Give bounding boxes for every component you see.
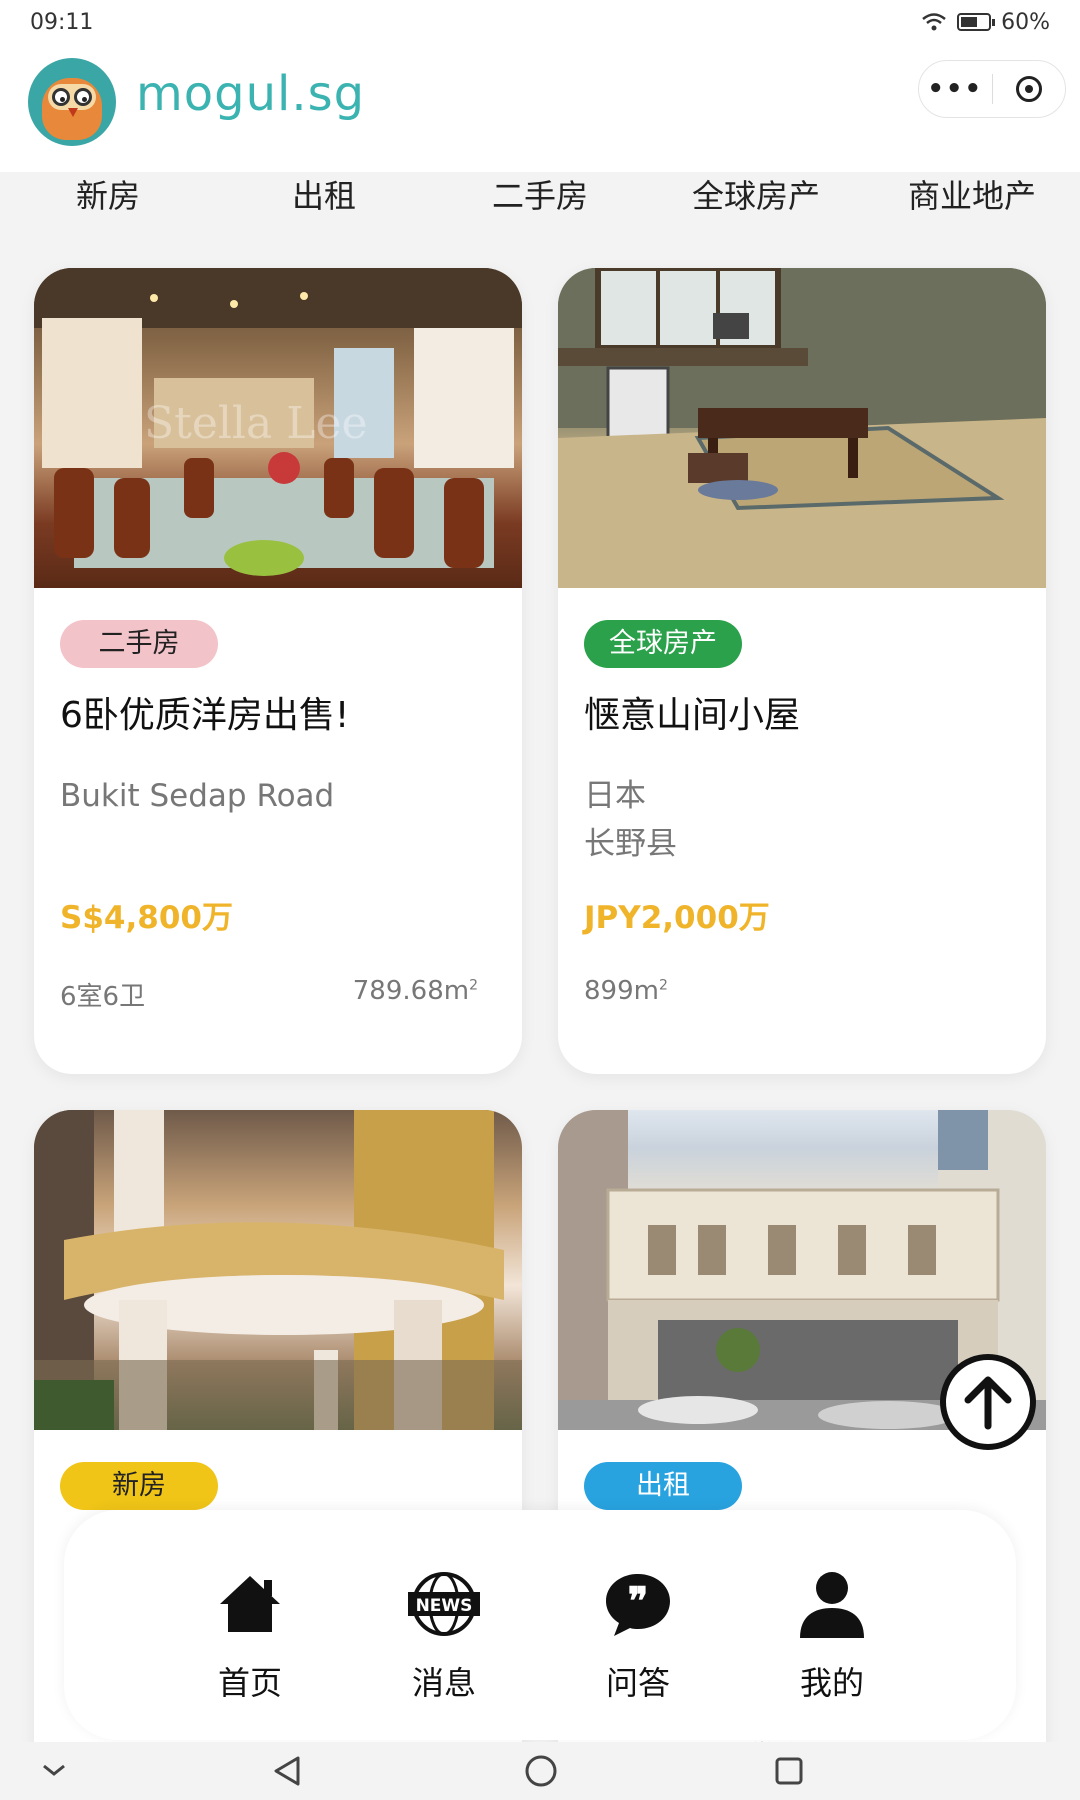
system-nav-bar <box>0 1742 1080 1800</box>
wifi-icon <box>922 13 946 31</box>
app-header: mogul.sg ••• <box>0 44 1080 172</box>
status-time: 09:11 <box>30 9 94 35</box>
category-badge: 二手房 <box>60 620 218 668</box>
tab-global[interactable]: 全球房产 <box>648 172 864 228</box>
close-miniprogram-button[interactable] <box>993 76 1066 102</box>
category-tabs: 新房 出租 二手房 全球房产 商业地产 <box>0 172 1080 228</box>
category-badge: 新房 <box>60 1462 218 1510</box>
user-icon <box>800 1572 864 1638</box>
listing-address: Bukit Sedap Road <box>60 778 335 814</box>
listing-rooms: 6室6卫 <box>60 982 146 1012</box>
listing-address: 日本 长野县 <box>584 778 677 862</box>
category-badge: 全球房产 <box>584 620 742 668</box>
listing-card[interactable]: Stella Lee 二手房 6卧优质洋房出售! Bukit Sedap Roa… <box>34 268 522 1074</box>
svg-text:NEWS: NEWS <box>416 1596 473 1616</box>
battery-icon <box>957 13 996 31</box>
battery-level: 60% <box>1001 9 1050 35</box>
tabbar-item-qa[interactable]: ❞ 问答 <box>578 1568 698 1704</box>
target-icon <box>1015 76 1042 102</box>
home-circle-icon[interactable] <box>524 1754 558 1788</box>
recents-icon[interactable] <box>774 1756 804 1786</box>
listing-price: S$4,800万 <box>60 900 233 936</box>
tabbar-item-home[interactable]: 首页 <box>190 1568 310 1704</box>
tab-commercial[interactable]: 商业地产 <box>864 172 1080 228</box>
tabbar-item-news[interactable]: NEWS 消息 <box>384 1568 504 1704</box>
listing-price: JPY2,000万 <box>584 900 770 936</box>
page: 09:11 60% mogul.sg ••• 新房 出租 二手房 全球房产 商业… <box>0 0 1080 1800</box>
listing-area: 789.68m2 <box>352 976 478 1006</box>
chat-quote-icon: ❞ <box>606 1574 670 1636</box>
chevron-down-icon[interactable] <box>40 1760 68 1780</box>
tab-resale[interactable]: 二手房 <box>432 172 648 228</box>
scroll-to-top-button[interactable] <box>940 1354 1036 1450</box>
miniprogram-capsule: ••• <box>918 60 1066 118</box>
svg-text:❞: ❞ <box>628 1578 648 1623</box>
brand-name: mogul.sg <box>136 66 366 122</box>
status-bar: 09:11 60% <box>0 0 1080 44</box>
category-badge: 出租 <box>584 1462 742 1510</box>
listing-card[interactable]: 全球房产 惬意山间小屋 日本 长野县 JPY2,000万 899m2 <box>558 268 1046 1074</box>
owl-logo-icon <box>28 58 116 146</box>
back-icon[interactable] <box>272 1754 302 1788</box>
listing-area: 899m2 <box>584 976 668 1006</box>
listing-title: 6卧优质洋房出售! <box>60 695 350 736</box>
bottom-tab-bar: 首页 NEWS 消息 ❞ 问答 我的 <box>64 1510 1016 1740</box>
arrow-up-icon <box>964 1376 1012 1430</box>
listing-title: 惬意山间小屋 <box>584 695 801 736</box>
photo-watermark: Stella Lee <box>144 398 368 449</box>
tab-new-homes[interactable]: 新房 <box>0 172 216 228</box>
listing-photo: Stella Lee <box>34 268 522 588</box>
listing-photo <box>34 1110 522 1430</box>
news-icon: NEWS <box>408 1572 480 1636</box>
home-icon <box>220 1576 280 1632</box>
tab-rent[interactable]: 出租 <box>216 172 432 228</box>
tabbar-item-me[interactable]: 我的 <box>772 1568 892 1704</box>
more-menu-button[interactable]: ••• <box>919 60 992 118</box>
listing-photo <box>558 268 1046 588</box>
